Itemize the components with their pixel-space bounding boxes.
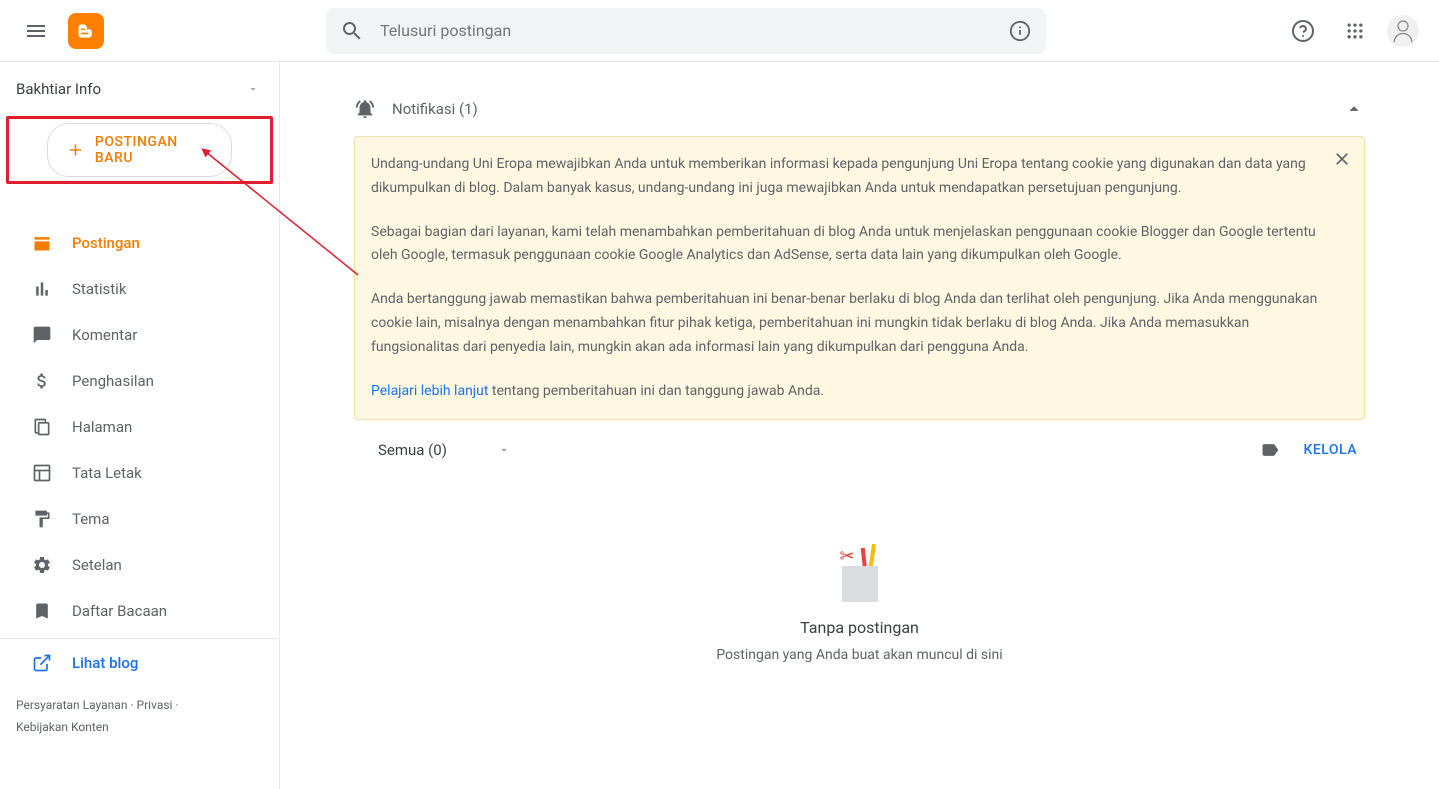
footer-links: Persyaratan Layanan · Privasi · Kebijaka… xyxy=(0,683,279,750)
chevron-up-icon[interactable] xyxy=(1343,98,1365,120)
warning-p2: Sebagai bagian dari layanan, kami telah … xyxy=(371,221,1324,269)
cookie-warning: Undang-undang Uni Eropa mewajibkan Anda … xyxy=(354,136,1365,420)
dropdown-icon xyxy=(247,83,259,95)
nav-postingan[interactable]: Postingan xyxy=(0,220,279,266)
avatar[interactable] xyxy=(1387,15,1419,47)
nav-label: Tema xyxy=(72,510,110,528)
bookmark-icon xyxy=(32,601,52,621)
search-bar[interactable] xyxy=(326,8,1046,54)
content-policy-link[interactable]: Kebijakan Konten xyxy=(16,720,109,734)
nav-label: Halaman xyxy=(72,418,132,436)
plus-icon xyxy=(66,140,85,160)
annotation-highlight: POSTINGAN BARU xyxy=(6,116,273,184)
nav-label: Penghasilan xyxy=(72,372,154,390)
empty-title: Tanpa postingan xyxy=(800,618,919,637)
nav-halaman[interactable]: Halaman xyxy=(0,404,279,450)
nav-label: Postingan xyxy=(72,234,140,252)
filter-dropdown[interactable]: Semua (0) xyxy=(378,441,511,459)
nav-lihat-blog[interactable]: Lihat blog xyxy=(0,643,279,683)
search-info-button[interactable] xyxy=(1008,19,1032,43)
filter-bar: Semua (0) KELOLA xyxy=(354,420,1365,476)
blogger-logo-icon xyxy=(76,21,96,41)
close-warning-button[interactable] xyxy=(1332,149,1352,178)
notification-bar[interactable]: Notifikasi (1) xyxy=(354,90,1365,136)
theme-icon xyxy=(32,509,52,529)
empty-subtitle: Postingan yang Anda buat akan muncul di … xyxy=(716,647,1002,663)
earnings-icon xyxy=(32,371,52,391)
empty-state: ✂ Tanpa postingan Postingan yang Anda bu… xyxy=(354,546,1365,663)
apps-grid-icon xyxy=(1345,21,1365,41)
main-content: Notifikasi (1) Undang-undang Uni Eropa m… xyxy=(280,62,1439,789)
stats-icon xyxy=(32,279,52,299)
header-right xyxy=(1283,11,1427,51)
layout-icon xyxy=(32,463,52,483)
privacy-link[interactable]: Privasi xyxy=(137,698,173,712)
learn-more-link[interactable]: Pelajari lebih lanjut xyxy=(371,383,488,399)
new-post-button[interactable]: POSTINGAN BARU xyxy=(47,123,232,177)
apps-button[interactable] xyxy=(1335,11,1375,51)
bell-icon xyxy=(354,98,376,120)
nav-label: Daftar Bacaan xyxy=(72,602,167,620)
warning-link-after: tentang pemberitahuan ini dan tanggung j… xyxy=(488,383,824,399)
search-icon xyxy=(340,19,364,43)
nav-daftar-bacaan[interactable]: Daftar Bacaan xyxy=(0,588,279,634)
menu-button[interactable] xyxy=(12,7,60,55)
nav-tata-letak[interactable]: Tata Letak xyxy=(0,450,279,496)
help-icon xyxy=(1291,19,1315,43)
notification-title: Notifikasi (1) xyxy=(392,100,478,118)
new-post-label: POSTINGAN BARU xyxy=(95,134,213,166)
posts-icon xyxy=(32,233,52,253)
nav-penghasilan[interactable]: Penghasilan xyxy=(0,358,279,404)
warning-p3: Anda bertanggung jawab memastikan bahwa … xyxy=(371,288,1324,359)
gear-icon xyxy=(32,555,52,575)
nav-label: Lihat blog xyxy=(72,654,138,672)
dropdown-icon xyxy=(497,443,511,457)
pages-icon xyxy=(32,417,52,437)
blogger-logo[interactable] xyxy=(68,13,104,49)
avatar-icon xyxy=(1388,16,1418,46)
nav-label: Komentar xyxy=(72,326,137,344)
close-icon xyxy=(1332,149,1352,169)
nav-divider xyxy=(0,638,279,639)
nav-label: Tata Letak xyxy=(72,464,142,482)
label-icon[interactable] xyxy=(1260,440,1280,460)
comments-icon xyxy=(32,325,52,345)
nav-statistik[interactable]: Statistik xyxy=(0,266,279,312)
nav-label: Setelan xyxy=(72,556,122,574)
empty-illustration: ✂ xyxy=(836,546,884,602)
sidebar: Bakhtiar Info POSTINGAN BARU Postingan S… xyxy=(0,62,280,789)
tos-link[interactable]: Persyaratan Layanan xyxy=(16,698,127,712)
warning-p4: Pelajari lebih lanjut tentang pemberitah… xyxy=(371,380,1324,404)
nav-komentar[interactable]: Komentar xyxy=(0,312,279,358)
blog-name: Bakhtiar Info xyxy=(16,80,101,98)
warning-p1: Undang-undang Uni Eropa mewajibkan Anda … xyxy=(371,153,1324,201)
external-link-icon xyxy=(32,653,52,673)
nav-list: Postingan Statistik Komentar Penghasilan… xyxy=(0,220,279,683)
search-input[interactable] xyxy=(380,21,1008,40)
info-icon xyxy=(1009,20,1031,42)
filter-label: Semua (0) xyxy=(378,441,447,459)
help-button[interactable] xyxy=(1283,11,1323,51)
nav-setelan[interactable]: Setelan xyxy=(0,542,279,588)
nav-label: Statistik xyxy=(72,280,126,298)
header xyxy=(0,0,1439,62)
nav-tema[interactable]: Tema xyxy=(0,496,279,542)
hamburger-icon xyxy=(24,19,48,43)
kelola-link[interactable]: KELOLA xyxy=(1304,442,1358,458)
blog-selector[interactable]: Bakhtiar Info xyxy=(0,66,279,112)
